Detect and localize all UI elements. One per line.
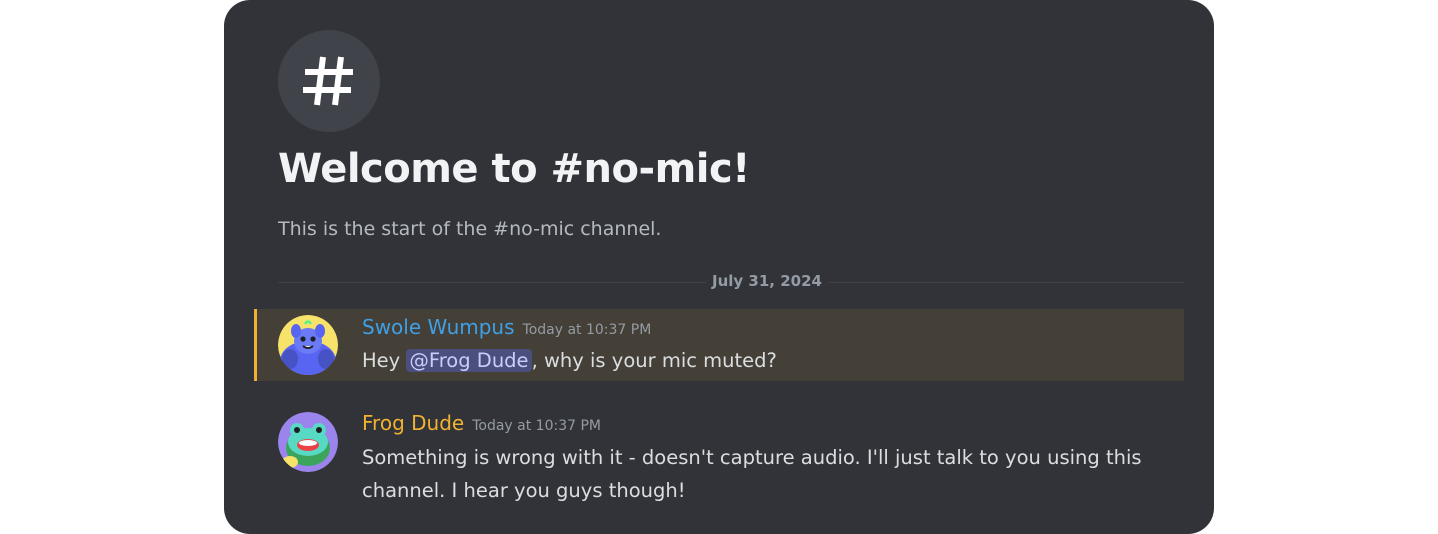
divider-line-right (828, 282, 1184, 283)
chat-panel: Welcome to #no-mic! This is the start of… (224, 0, 1214, 534)
message-text: Hey @Frog Dude, why is your mic muted? (362, 344, 1172, 377)
message-text: Something is wrong with it - doesn't cap… (362, 446, 1142, 502)
avatar-frog-dude[interactable] (278, 412, 338, 472)
hashtag-icon (303, 56, 353, 106)
message-frog-dude[interactable]: Frog Dude Today at 10:37 PM Something is … (254, 401, 1184, 513)
message-timestamp: Today at 10:37 PM (522, 322, 652, 338)
username-frog-dude[interactable]: Frog Dude (362, 411, 464, 435)
wumpus-avatar-icon (278, 315, 338, 375)
mention-frog-dude[interactable]: @Frog Dude (406, 349, 532, 372)
username-swole-wumpus[interactable]: Swole Wumpus (362, 315, 515, 339)
message-swole-wumpus[interactable]: Swole Wumpus Today at 10:37 PM Hey @Frog … (254, 309, 1184, 381)
avatar-swole-wumpus[interactable] (278, 315, 338, 375)
message-text-before: Hey (362, 349, 407, 372)
message-text-after: , why is your mic muted? (531, 349, 777, 372)
channel-icon-circle (278, 30, 380, 132)
divider-line-left (278, 282, 706, 283)
date-divider: July 31, 2024 (278, 270, 1184, 294)
message-header: Swole Wumpus Today at 10:37 PM (362, 315, 651, 339)
date-divider-label: July 31, 2024 (712, 272, 822, 290)
welcome-subtitle: This is the start of the #no-mic channel… (278, 218, 662, 240)
message-header: Frog Dude Today at 10:37 PM (362, 411, 601, 435)
welcome-title: Welcome to #no-mic! (278, 146, 750, 192)
message-timestamp: Today at 10:37 PM (472, 418, 601, 434)
frog-avatar-icon (278, 412, 338, 472)
